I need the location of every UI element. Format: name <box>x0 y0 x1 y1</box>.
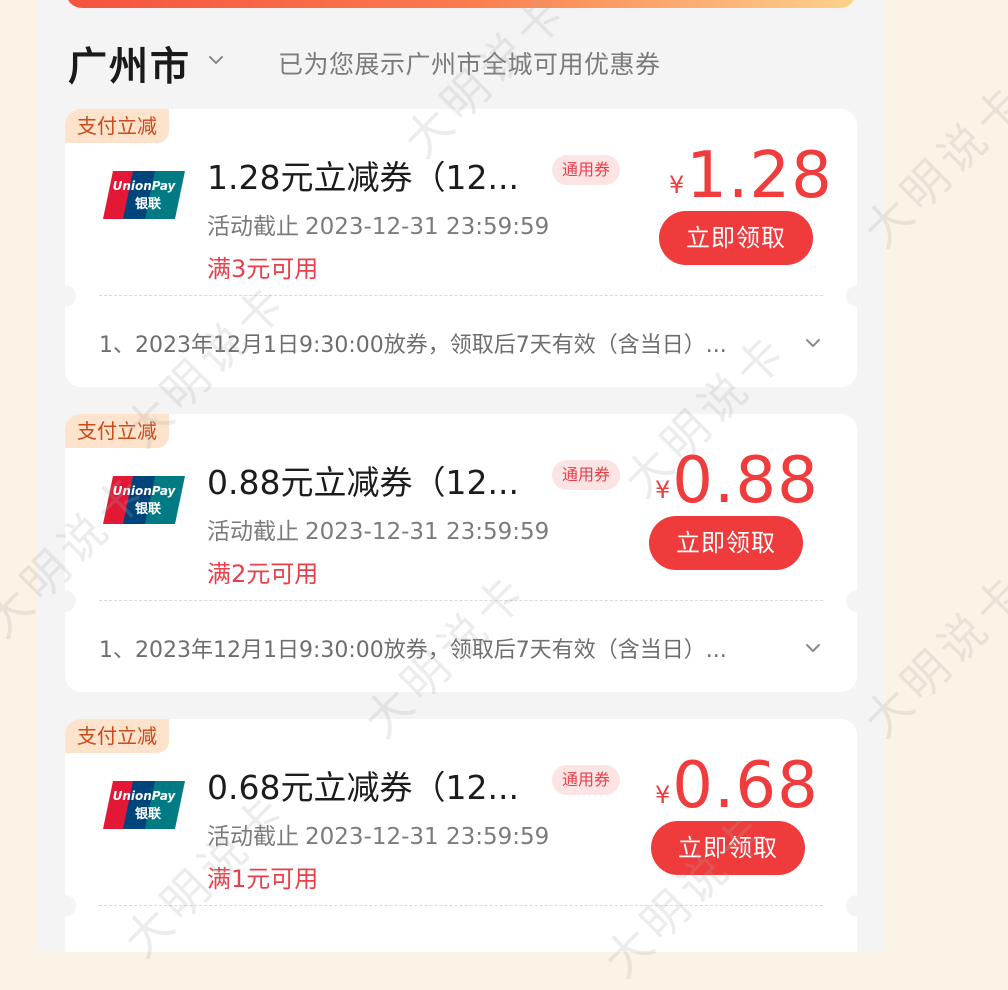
coupon-title: 0.68元立减券（12... <box>207 768 519 807</box>
card-notch <box>846 285 868 307</box>
dashed-divider <box>99 295 823 296</box>
city-hint-text: 已为您展示广州市全城可用优惠券 <box>278 50 661 79</box>
coupon-deadline: 活动截止 2023-12-31 23:59:59 <box>207 512 549 546</box>
svg-text:UnionPay: UnionPay <box>113 484 177 498</box>
coupon-price: ¥0.68 <box>655 749 819 823</box>
unionpay-logo: UnionPay 银联 <box>103 171 185 219</box>
chevron-down-icon[interactable] <box>803 638 823 658</box>
claim-button[interactable]: 立即领取 <box>651 821 805 875</box>
chevron-down-icon[interactable] <box>206 50 226 70</box>
claim-button[interactable]: 立即领取 <box>649 516 803 570</box>
card-notch <box>54 590 76 612</box>
card-notch <box>54 285 76 307</box>
unionpay-logo: UnionPay 银联 <box>103 781 185 829</box>
general-coupon-badge: 通用券 <box>552 155 621 185</box>
deadline-label: 活动截止 <box>207 519 299 545</box>
svg-text:UnionPay: UnionPay <box>113 789 177 803</box>
card-notch <box>846 895 868 917</box>
deadline-value: 2023-12-31 23:59:59 <box>305 824 550 850</box>
coupon-condition: 满3元可用 <box>207 255 319 283</box>
unionpay-logo: UnionPay 银联 <box>103 476 185 524</box>
currency-symbol: ¥ <box>669 171 685 199</box>
coupon-deadline: 活动截止 2023-12-31 23:59:59 <box>207 207 549 241</box>
chevron-down-icon[interactable] <box>803 333 823 353</box>
coupon-condition: 满1元可用 <box>207 865 319 893</box>
currency-symbol: ¥ <box>655 476 671 504</box>
coupon-amount: 0.68 <box>672 749 819 823</box>
dashed-divider <box>99 600 823 601</box>
coupon-title: 0.88元立减券（12... <box>207 463 519 502</box>
pay-discount-tag: 支付立减 <box>65 109 169 143</box>
deadline-value: 2023-12-31 23:59:59 <box>305 214 550 240</box>
pay-discount-tag: 支付立减 <box>65 414 169 448</box>
deadline-label: 活动截止 <box>207 214 299 240</box>
coupon-title: 1.28元立减券（12... <box>207 158 519 197</box>
svg-text:银联: 银联 <box>135 196 161 212</box>
pay-discount-tag: 支付立减 <box>65 719 169 753</box>
card-notch <box>54 895 76 917</box>
coupon-card: 支付立减 UnionPay 银联 0.88元立减券（12... 通用券 活动截止… <box>54 414 868 692</box>
dashed-divider <box>99 905 823 906</box>
svg-text:银联: 银联 <box>135 501 161 517</box>
top-banner <box>66 0 856 8</box>
general-coupon-badge: 通用券 <box>552 460 621 490</box>
coupon-deadline: 活动截止 2023-12-31 23:59:59 <box>207 817 549 851</box>
coupon-card: 支付立减 UnionPay 银联 1.28元立减券（12... 通用券 活动截止… <box>54 109 868 387</box>
general-coupon-badge: 通用券 <box>552 765 621 795</box>
coupon-panel: 广州市 已为您展示广州市全城可用优惠券 支付立减 UnionPay 银联 1.2… <box>38 0 884 952</box>
coupon-price: ¥0.88 <box>655 444 819 518</box>
deadline-value: 2023-12-31 23:59:59 <box>305 519 550 545</box>
coupon-rule-text[interactable]: 1、2023年12月1日9:30:00放券，领取后7天有效（含当日）... <box>99 632 727 664</box>
deadline-label: 活动截止 <box>207 824 299 850</box>
currency-symbol: ¥ <box>655 781 671 809</box>
claim-button[interactable]: 立即领取 <box>659 211 813 265</box>
coupon-card: 支付立减 UnionPay 银联 0.68元立减券（12... 通用券 活动截止… <box>54 719 868 952</box>
coupon-price: ¥1.28 <box>669 139 833 213</box>
coupon-amount: 0.88 <box>672 444 819 518</box>
svg-text:UnionPay: UnionPay <box>113 179 177 193</box>
svg-text:银联: 银联 <box>135 806 161 822</box>
city-selector-row: 广州市 已为您展示广州市全城可用优惠券 <box>68 34 858 90</box>
card-notch <box>846 590 868 612</box>
coupon-amount: 1.28 <box>686 139 833 213</box>
coupon-rule-text[interactable]: 1、2023年12月1日9:30:00放券，领取后7天有效（含当日）... <box>99 327 727 359</box>
city-selector[interactable]: 广州市 <box>68 36 191 92</box>
coupon-condition: 满2元可用 <box>207 560 319 588</box>
